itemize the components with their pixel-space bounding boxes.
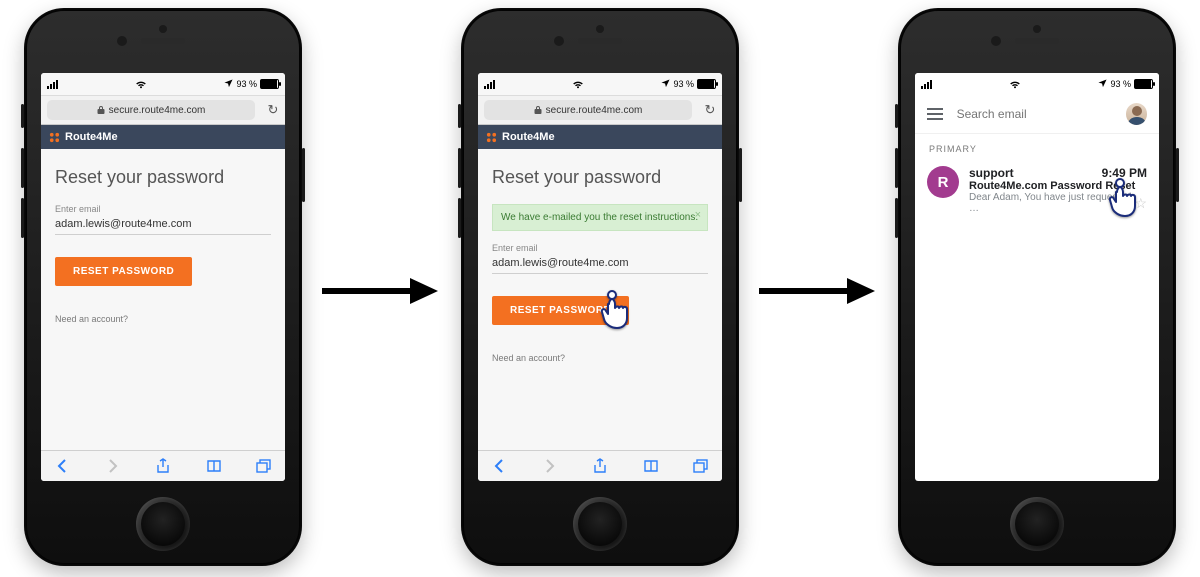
- reload-icon[interactable]: ↻: [698, 102, 722, 118]
- vol-down: [21, 198, 24, 238]
- success-alert: We have e-mailed you the reset instructi…: [492, 204, 708, 231]
- brand-bar: Route4Me: [41, 125, 285, 149]
- menu-icon[interactable]: [927, 108, 943, 120]
- address-text: secure.route4me.com: [109, 105, 206, 116]
- address-pill[interactable]: secure.route4me.com: [47, 100, 255, 120]
- need-account-link[interactable]: Need an account?: [55, 314, 271, 324]
- location-icon: [661, 79, 670, 90]
- lock-icon: [97, 105, 105, 115]
- battery-icon: [260, 79, 279, 89]
- lock-icon: [534, 105, 542, 115]
- sender-avatar: R: [927, 166, 959, 198]
- sensor-dot: [159, 25, 167, 33]
- address-pill[interactable]: secure.route4me.com: [484, 100, 692, 120]
- battery-icon: [697, 79, 716, 89]
- safari-toolbar: [41, 450, 285, 481]
- phone-frame-2: 93 % secure.route4me.com ↻ Route4Me Rese…: [461, 8, 739, 566]
- route4me-logo-icon: [49, 132, 60, 143]
- email-label: Enter email: [492, 243, 708, 253]
- speaker: [141, 38, 185, 44]
- vol-up: [21, 148, 24, 188]
- forward-icon: [541, 457, 559, 475]
- screen-1: 93 % secure.route4me.com ↻ Route4Me: [41, 73, 285, 481]
- wifi-icon: [572, 80, 584, 89]
- safari-toolbar: [478, 450, 722, 481]
- share-icon[interactable]: [591, 457, 609, 475]
- screen-3: 93 % PRIMARY R support 9:49 PM Route4Me.…: [915, 73, 1159, 481]
- email-time: 9:49 PM: [1102, 166, 1147, 180]
- battery-icon: [1134, 79, 1153, 89]
- phone-frame-1: 93 % secure.route4me.com ↻ Route4Me: [24, 8, 302, 566]
- tabs-icon[interactable]: [692, 457, 710, 475]
- email-field[interactable]: [55, 216, 271, 235]
- power-button: [302, 148, 305, 202]
- flow-arrow-2: [757, 278, 877, 304]
- back-icon[interactable]: [53, 457, 71, 475]
- email-row[interactable]: R support 9:49 PM Route4Me.com Password …: [915, 160, 1159, 226]
- phone-frame-3: 93 % PRIMARY R support 9:49 PM Route4Me.…: [898, 8, 1176, 566]
- screen-2: 93 % secure.route4me.com ↻ Route4Me Rese…: [478, 73, 722, 481]
- signal-icon: [921, 80, 932, 89]
- page-title: Reset your password: [55, 167, 271, 188]
- inbox-section-label: PRIMARY: [915, 134, 1159, 160]
- battery-percent: 93 %: [1110, 79, 1131, 89]
- back-icon[interactable]: [490, 457, 508, 475]
- home-button[interactable]: [136, 497, 190, 551]
- mail-topbar: [915, 95, 1159, 134]
- email-field[interactable]: [492, 255, 708, 274]
- location-icon: [1098, 79, 1107, 90]
- home-button[interactable]: [1010, 497, 1064, 551]
- status-bar: 93 %: [478, 73, 722, 95]
- reset-password-button[interactable]: RESET PASSWORD: [55, 257, 192, 286]
- flow-arrow-1: [320, 278, 440, 304]
- home-button[interactable]: [573, 497, 627, 551]
- search-input[interactable]: [955, 106, 1114, 122]
- address-bar[interactable]: secure.route4me.com ↻: [41, 95, 285, 125]
- brand-name: Route4Me: [502, 131, 555, 143]
- star-icon[interactable]: ☆: [1134, 195, 1147, 212]
- email-label: Enter email: [55, 204, 271, 214]
- status-bar: 93 %: [41, 73, 285, 95]
- status-bar: 93 %: [915, 73, 1159, 95]
- alert-close-icon[interactable]: ×: [695, 209, 701, 221]
- need-account-link[interactable]: Need an account?: [492, 353, 708, 363]
- reload-icon[interactable]: ↻: [261, 102, 285, 118]
- battery-percent: 93 %: [673, 79, 694, 89]
- sender-name: support: [969, 166, 1014, 180]
- address-text: secure.route4me.com: [546, 105, 643, 116]
- bookmarks-icon[interactable]: [642, 457, 660, 475]
- signal-icon: [484, 80, 495, 89]
- account-avatar[interactable]: [1126, 103, 1147, 125]
- front-camera: [117, 36, 127, 46]
- bookmarks-icon[interactable]: [205, 457, 223, 475]
- forward-icon: [104, 457, 122, 475]
- alert-text: We have e-mailed you the reset instructi…: [501, 212, 698, 223]
- share-icon[interactable]: [154, 457, 172, 475]
- page-title: Reset your password: [492, 167, 708, 188]
- mute-switch: [21, 104, 24, 128]
- email-subject: Route4Me.com Password Reset: [969, 180, 1147, 192]
- route4me-logo-icon: [486, 132, 497, 143]
- reset-password-button[interactable]: RESET PASSWORD: [492, 296, 629, 325]
- wifi-icon: [1009, 80, 1021, 89]
- battery-percent: 93 %: [236, 79, 257, 89]
- brand-bar: Route4Me: [478, 125, 722, 149]
- email-preview: Dear Adam, You have just requested …: [969, 192, 1134, 214]
- wifi-icon: [135, 80, 147, 89]
- location-icon: [224, 79, 233, 90]
- address-bar[interactable]: secure.route4me.com ↻: [478, 95, 722, 125]
- brand-name: Route4Me: [65, 131, 118, 143]
- signal-icon: [47, 80, 58, 89]
- tabs-icon[interactable]: [255, 457, 273, 475]
